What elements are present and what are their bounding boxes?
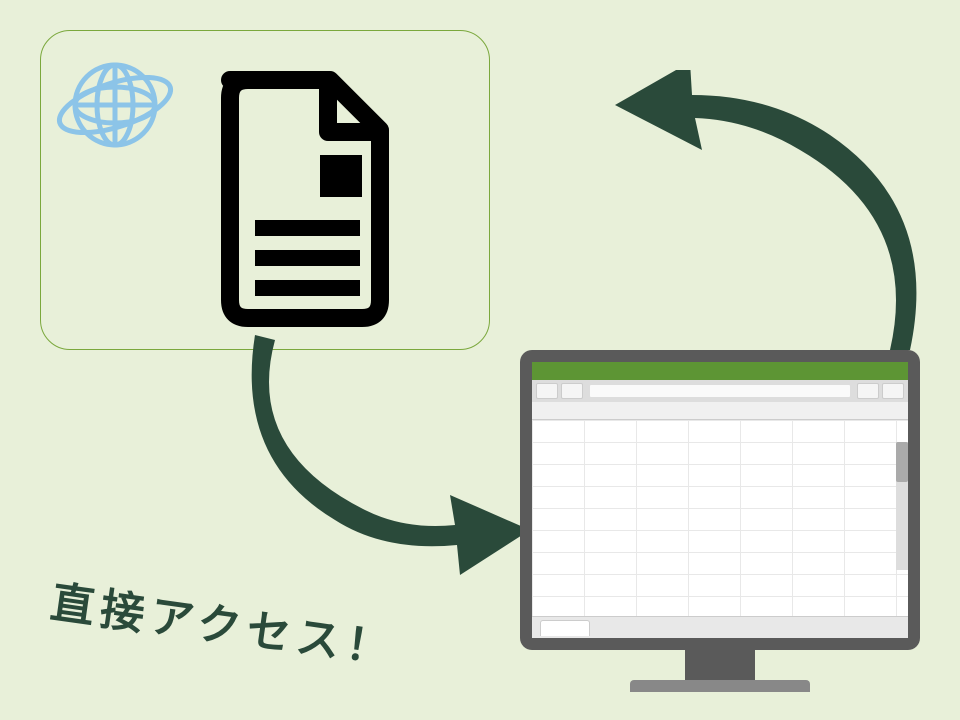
monitor-stand: [685, 650, 755, 680]
spreadsheet-titlebar: [532, 362, 908, 380]
monitor-base: [630, 680, 810, 692]
spreadsheet-toolbar: [532, 380, 908, 402]
cell-grid: [532, 420, 908, 616]
arrow-web-to-computer: [225, 330, 545, 585]
spreadsheet-area: [532, 402, 908, 616]
scrollbar-thumb: [896, 442, 908, 482]
toolbar-button: [536, 383, 558, 399]
arrow-computer-to-web: [610, 70, 930, 375]
monitor-frame: [520, 350, 920, 650]
vertical-scrollbar: [896, 442, 908, 570]
column-headers: [532, 402, 908, 420]
sheet-tabs-bar: [532, 616, 908, 638]
computer-with-spreadsheet: [520, 350, 920, 692]
toolbar-address-bar: [589, 384, 851, 398]
monitor-screen: [532, 362, 908, 638]
toolbar-button: [561, 383, 583, 399]
globe-icon: [55, 50, 175, 165]
toolbar-button: [857, 383, 879, 399]
sheet-tab: [540, 620, 590, 636]
toolbar-button: [882, 383, 904, 399]
document-icon: [200, 60, 410, 335]
